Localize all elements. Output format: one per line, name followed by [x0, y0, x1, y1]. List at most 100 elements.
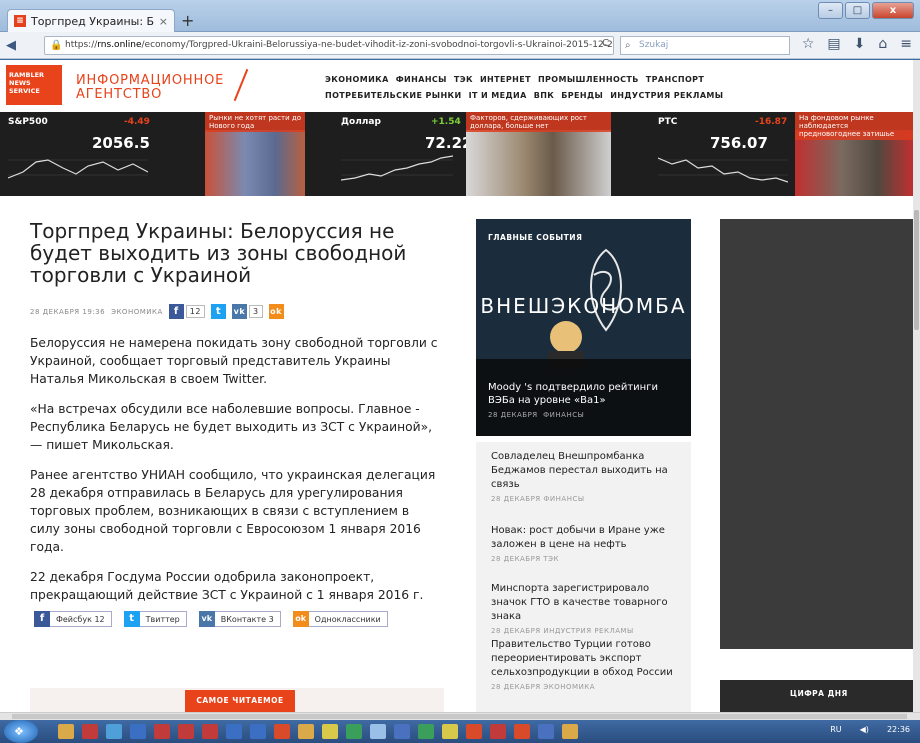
taskbar-app-icon[interactable] — [394, 724, 410, 739]
ticker-item-rts[interactable]: РТС -16.87 756.07 — [650, 112, 795, 196]
ticker-news-caption: Рынки не хотят расти до Нового года — [205, 112, 305, 132]
clock[interactable]: 22:36 — [887, 725, 910, 734]
main-events-card[interactable]: ВНЕШЭКОНОМБА ГЛАВНЫЕ СОБЫТИЯ Moody 's по… — [476, 219, 691, 436]
reload-icon[interactable]: C — [602, 38, 609, 49]
taskbar-app-icon[interactable] — [538, 724, 554, 739]
rubric-link[interactable]: БРЕНДЫ — [561, 91, 603, 100]
main-events-rubric: ФИНАНСЫ — [543, 411, 585, 419]
url-prefix: https:// — [65, 40, 98, 50]
taskbar-app-icon[interactable] — [514, 724, 530, 739]
rubric-link[interactable]: ФИНАНСЫ — [396, 75, 447, 84]
ad-banner[interactable] — [720, 219, 913, 649]
share-buttons: f Фейсбук 12 t Твиттер vk ВКонтакте 3 ok… — [34, 611, 388, 627]
rubric-link[interactable]: ВПК — [534, 91, 555, 100]
download-icon[interactable]: ⬇ — [854, 36, 866, 52]
facebook-icon: f — [34, 611, 50, 627]
vk-count-button[interactable]: vk 3 — [231, 304, 263, 319]
rubric-link[interactable]: ТРАНСПОРТ — [646, 75, 705, 84]
taskbar-app-icon[interactable] — [178, 724, 194, 739]
feed-title: Правительство Турции готово переориентир… — [491, 639, 673, 678]
twitter-small-button[interactable]: t — [210, 304, 226, 319]
list-item[interactable]: Новак: рост добычи в Иране уже заложен в… — [491, 524, 681, 563]
taskbar-app-icon[interactable] — [226, 724, 242, 739]
ok-small-button[interactable]: ok — [268, 304, 284, 319]
taskbar-app-icon[interactable] — [82, 724, 98, 739]
fb-count-button[interactable]: f 12 — [168, 304, 205, 319]
bookmarks-list-icon[interactable]: ▤ — [827, 36, 840, 52]
ticker-news-2[interactable]: Факторов, сдерживающих рост доллара, бол… — [466, 112, 611, 196]
menu-icon[interactable]: ≡ — [900, 36, 912, 52]
taskbar-app-icon[interactable] — [250, 724, 266, 739]
taskbar-app-icon[interactable] — [106, 724, 122, 739]
share-label: Фейсбук 12 — [56, 614, 105, 624]
market-ticker: S&P500 -4.49 2056.5 Рынки не хотят расти… — [0, 112, 913, 196]
volume-icon[interactable]: ◀) — [860, 725, 869, 734]
taskbar-app-icon[interactable] — [418, 724, 434, 739]
vertical-scrollbar[interactable] — [913, 60, 920, 712]
new-tab-button[interactable]: + — [181, 11, 194, 30]
taskbar-app-icon[interactable] — [154, 724, 170, 739]
news-feed: Совладелец Внешпромбанка Беджамов перест… — [476, 442, 691, 712]
rubrics-nav: ЭКОНОМИКА ФИНАНСЫ ТЭК ИНТЕРНЕТ ПРОМЫШЛЕННОСТ… — [325, 72, 730, 104]
horizontal-scrollbar[interactable] — [0, 712, 920, 720]
rubric-link[interactable]: ИНДУСТРИЯ РЕКЛАМЫ — [610, 91, 723, 100]
language-indicator[interactable]: RU — [830, 725, 841, 734]
taskbar-app-icon[interactable] — [322, 724, 338, 739]
list-item[interactable]: Совладелец Внешпромбанка Беджамов перест… — [491, 450, 681, 503]
scroll-thumb[interactable] — [12, 714, 907, 719]
ticker-name: S&P500 — [8, 117, 48, 127]
article-title: Торгпред Украины: Белоруссия не будет вы… — [30, 219, 407, 287]
taskbar-app-icon[interactable] — [562, 724, 578, 739]
url-domain: rns.online — [97, 40, 142, 50]
agency-title[interactable]: ИНФОРМАЦИОННОЕ АГЕНТСТВО — [76, 74, 224, 102]
share-vk-button[interactable]: vk ВКонтакте 3 — [198, 611, 281, 627]
feed-title: Новак: рост добычи в Иране уже заложен в… — [491, 525, 665, 550]
article-rubric[interactable]: ЭКОНОМИКА — [111, 308, 163, 316]
taskbar-app-icon[interactable] — [58, 724, 74, 739]
article-meta: 28 ДЕКАБРЯ 19:36 ЭКОНОМИКА f 12 t vk 3 o… — [30, 304, 284, 319]
close-window-button[interactable]: x — [872, 2, 914, 19]
rubric-link[interactable]: ПРОМЫШЛЕННОСТЬ — [538, 75, 639, 84]
rubric-link[interactable]: ПОТРЕБИТЕЛЬСКИЕ РЫНКИ — [325, 91, 462, 100]
address-bar[interactable]: 🔒 https://rns.online/economy/Torgpred-Uk… — [44, 36, 614, 55]
taskbar-app-icon[interactable] — [346, 724, 362, 739]
taskbar-app-icon[interactable] — [274, 724, 290, 739]
search-input[interactable]: ⌕ Szukaj — [620, 36, 790, 55]
back-arrow-icon[interactable]: ◀ — [6, 38, 16, 53]
rubric-link[interactable]: ИНТЕРНЕТ — [480, 75, 531, 84]
bookmark-star-icon[interactable]: ☆ — [802, 36, 815, 52]
list-item[interactable]: Правительство Турции готово переориентир… — [491, 638, 681, 691]
browser-tab[interactable]: ≡ Торгпред Украины: Бело... × — [7, 9, 175, 32]
ticker-news-1[interactable]: Рынки не хотят расти до Нового года — [205, 112, 305, 196]
taskbar-app-icon[interactable] — [130, 724, 146, 739]
most-read-tab[interactable]: САМОЕ ЧИТАЕМОЕ — [185, 690, 295, 712]
news-photo — [205, 130, 305, 196]
fb-count: 12 — [185, 305, 205, 318]
rns-logo[interactable]: RAMBLER NEWS SERVICE — [6, 65, 62, 105]
rubric-link[interactable]: ТЭК — [454, 75, 473, 84]
taskbar-app-icon[interactable] — [370, 724, 386, 739]
taskbar-app-icon[interactable] — [202, 724, 218, 739]
digit-of-day[interactable]: ЦИФРА ДНЯ — [720, 680, 913, 712]
ticker-item-sp500[interactable]: S&P500 -4.49 2056.5 — [0, 112, 205, 196]
odnoklassniki-icon: ok — [292, 611, 309, 627]
tab-close-icon[interactable]: × — [159, 15, 168, 28]
taskbar-app-icon[interactable] — [298, 724, 314, 739]
share-ok-button[interactable]: ok Одноклассники — [292, 611, 388, 627]
rubric-link[interactable]: ЭКОНОМИКА — [325, 75, 389, 84]
start-button[interactable]: ❖ — [4, 720, 38, 743]
minimize-button[interactable]: – — [818, 2, 843, 19]
taskbar-app-icon[interactable] — [466, 724, 482, 739]
list-item[interactable]: Минспорта зарегистрировало значок ГТО в … — [491, 582, 681, 635]
taskbar-app-icon[interactable] — [442, 724, 458, 739]
windows-taskbar: ❖ RU ◀) 22:36 — [0, 720, 920, 743]
maximize-button[interactable]: □ — [845, 2, 870, 19]
scroll-thumb[interactable] — [914, 210, 919, 330]
share-facebook-button[interactable]: f Фейсбук 12 — [34, 611, 112, 627]
home-icon[interactable]: ⌂ — [878, 36, 887, 52]
url-path: /economy/Torgpred-Ukraini-Belorussiya-ne… — [141, 40, 614, 50]
taskbar-app-icon[interactable] — [490, 724, 506, 739]
ticker-news-3[interactable]: На фондовом рынке наблюдается преднового… — [795, 112, 913, 196]
share-twitter-button[interactable]: t Твиттер — [123, 611, 187, 627]
rubric-link[interactable]: IT И МЕДИА — [469, 91, 527, 100]
